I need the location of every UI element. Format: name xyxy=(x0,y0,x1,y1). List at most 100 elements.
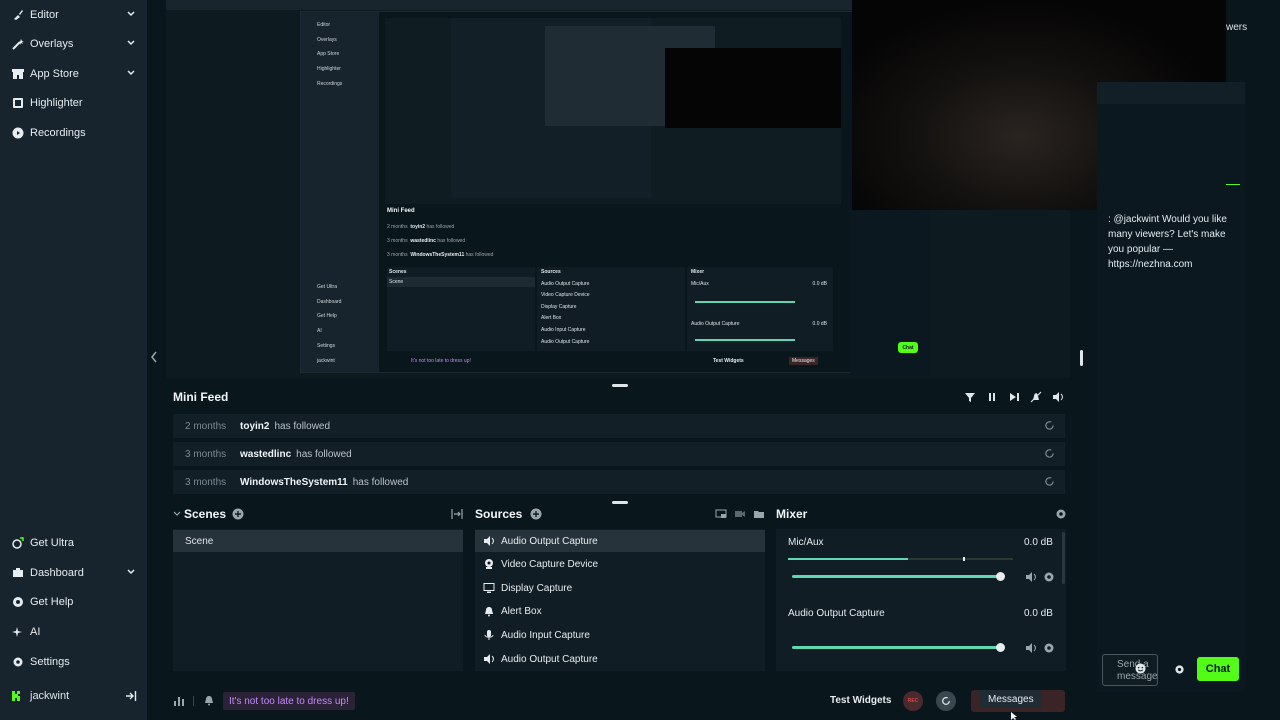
sidebar-item-dashboard[interactable]: Dashboard xyxy=(0,559,148,587)
test-widgets-label[interactable]: Test Widgets xyxy=(830,695,891,706)
sources-title: Sources xyxy=(475,507,523,521)
preview-mini-nav: Editor Overlays App Store Highlighter Record… xyxy=(317,22,343,87)
sidebar-item-app-store[interactable]: App Store xyxy=(0,60,148,88)
feed-action: has followed xyxy=(352,476,409,488)
sidebar-item-recordings[interactable]: Recordings xyxy=(0,119,148,147)
volume-slider[interactable] xyxy=(792,646,1000,649)
feed-time: 3 months xyxy=(185,476,227,488)
volume-slider[interactable] xyxy=(792,575,1000,578)
replay-icon[interactable] xyxy=(1044,420,1055,431)
sidebar-item-overlays[interactable]: Overlays xyxy=(0,30,148,58)
mini-feed-title: Mini Feed xyxy=(173,390,229,404)
feed-row: 2 months toyin2 has followed xyxy=(173,414,1065,438)
source-item[interactable]: Audio Output Capture xyxy=(475,648,765,670)
dashboard-icon xyxy=(11,567,24,580)
preview-mini-sources: Sources Audio Output Capture Video Captur… xyxy=(537,267,685,351)
chat-send-button[interactable]: Chat xyxy=(1197,657,1239,681)
microphone-icon xyxy=(484,630,494,640)
notification-message[interactable]: It's not too late to dress up! xyxy=(223,692,355,710)
chat-message: : @jackwint Would you like many viewers?… xyxy=(1108,214,1227,270)
gear-icon[interactable] xyxy=(1043,571,1055,583)
source-label: Audio Input Capture xyxy=(501,629,590,641)
sidebar: Editor Overlays App Store Highlighter Re… xyxy=(0,0,148,720)
play-circle-icon xyxy=(11,127,24,140)
monitor-icon xyxy=(483,583,495,593)
sidebar-item-label: Get Help xyxy=(30,596,74,608)
camera-off-icon[interactable] xyxy=(734,508,746,520)
volume-icon[interactable] xyxy=(1025,571,1037,583)
replay-icon[interactable] xyxy=(1044,448,1055,459)
collapse-sidebar-icon[interactable] xyxy=(150,351,158,363)
source-item[interactable]: Audio Output Capture xyxy=(475,530,765,552)
replay-buffer-button[interactable] xyxy=(936,691,956,711)
chevron-down-icon xyxy=(127,569,135,575)
mixer-channel-db: 0.0 dB xyxy=(1024,608,1053,619)
history-icon xyxy=(942,697,950,705)
source-label: Video Capture Device xyxy=(501,558,599,570)
chevron-down-icon[interactable] xyxy=(173,510,181,518)
sidebar-item-editor[interactable]: Editor xyxy=(0,1,148,29)
source-item[interactable]: Alert Box xyxy=(475,600,765,622)
magic-wand-icon xyxy=(11,38,24,51)
source-item[interactable]: Video Capture Device xyxy=(475,553,765,575)
preview-mini-nav-bottom: Get Ultra Dashboard Get Help AI Settings jack… xyxy=(317,284,342,364)
scene-transition-icon[interactable] xyxy=(451,508,463,520)
skip-icon[interactable] xyxy=(1008,391,1020,403)
user-profile[interactable]: jackwint xyxy=(0,684,148,708)
preview-mini-feed: 2 months toyin2 has followed 3 months wa… xyxy=(387,224,494,258)
emoji-icon[interactable] xyxy=(1135,663,1146,674)
logout-icon[interactable] xyxy=(125,690,137,702)
chevron-down-icon xyxy=(127,70,135,76)
store-icon xyxy=(11,68,24,81)
feed-user: toyin2 xyxy=(240,420,270,432)
folder-icon[interactable] xyxy=(753,508,765,520)
feed-user: wastedlinc xyxy=(240,448,292,460)
mixer-scrollbar[interactable] xyxy=(1062,532,1065,584)
preview-mini-sidebar: Editor Overlays App Store Highlighter Record… xyxy=(301,12,379,372)
sidebar-item-ai[interactable]: AI xyxy=(0,618,148,646)
volume-icon[interactable] xyxy=(1025,642,1037,654)
bell-icon xyxy=(485,607,493,617)
scene-item[interactable]: Scene xyxy=(173,530,463,552)
chat-input[interactable]: Send a message xyxy=(1102,654,1158,686)
stats-icon[interactable] xyxy=(173,695,185,707)
volume-slider-handle[interactable] xyxy=(996,572,1005,581)
preview-recursive-image xyxy=(385,18,841,204)
resize-handle[interactable] xyxy=(612,384,628,387)
mute-alerts-icon[interactable] xyxy=(1030,391,1042,403)
record-button[interactable]: REC xyxy=(903,691,923,711)
gear-icon[interactable] xyxy=(1055,508,1067,520)
messages-button[interactable]: Messages xyxy=(980,690,1042,708)
screen-share-icon[interactable] xyxy=(715,508,727,520)
pause-icon[interactable] xyxy=(986,391,998,403)
preview-mini-chat: Chat xyxy=(850,210,930,376)
gear-icon[interactable] xyxy=(1174,664,1185,675)
resize-handle-vertical[interactable] xyxy=(1080,350,1083,366)
gear-icon[interactable] xyxy=(1043,642,1055,654)
resize-handle[interactable] xyxy=(612,501,628,504)
sidebar-item-settings[interactable]: Settings xyxy=(0,648,148,676)
sidebar-item-label: Settings xyxy=(30,656,70,668)
sidebar-item-get-ultra[interactable]: Get Ultra xyxy=(0,529,148,557)
kick-logo-icon xyxy=(11,690,23,702)
feed-user: WindowsTheSystem11 xyxy=(240,476,348,488)
webcam-icon xyxy=(485,559,493,569)
source-item[interactable]: Display Capture xyxy=(475,577,765,599)
source-label: Display Capture xyxy=(501,582,573,594)
sidebar-item-get-help[interactable]: Get Help xyxy=(0,588,148,616)
speaker-icon xyxy=(484,654,494,664)
filter-icon[interactable] xyxy=(964,391,976,403)
source-label: Audio Output Capture xyxy=(501,653,598,665)
ultra-icon xyxy=(11,537,24,550)
source-item[interactable]: Audio Input Capture xyxy=(475,624,765,646)
sidebar-item-label: Recordings xyxy=(30,127,86,139)
sidebar-item-highlighter[interactable]: Highlighter xyxy=(0,89,148,117)
replay-icon[interactable] xyxy=(1044,476,1055,487)
volume-icon[interactable] xyxy=(1052,391,1064,403)
feed-time: 3 months xyxy=(185,448,227,460)
volume-slider-handle[interactable] xyxy=(996,643,1005,652)
notification-bell-icon[interactable] xyxy=(203,694,215,706)
add-source-icon[interactable] xyxy=(530,508,542,520)
add-scene-icon[interactable] xyxy=(232,508,244,520)
chevron-down-icon xyxy=(127,11,135,17)
